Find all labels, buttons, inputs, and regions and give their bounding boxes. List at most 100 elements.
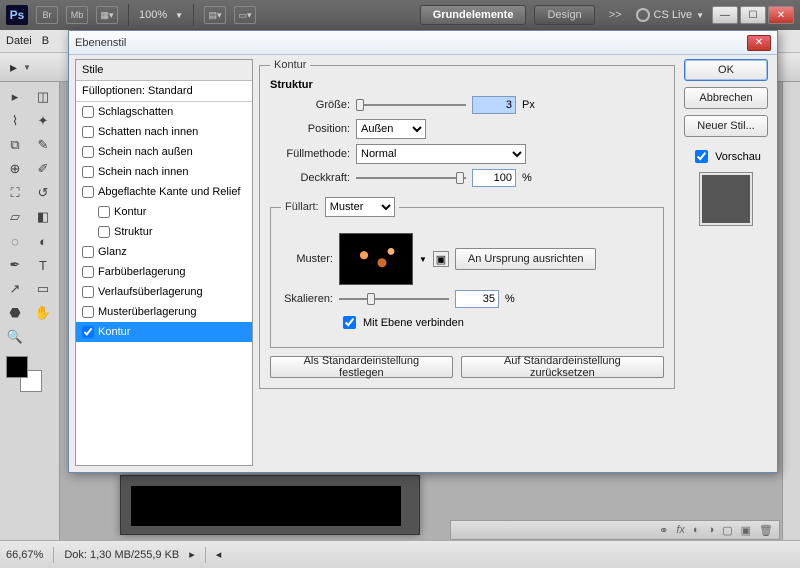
tool-history[interactable]: ↺ (30, 182, 56, 204)
tool-move[interactable]: ▸ (2, 86, 28, 108)
trash-icon[interactable]: 🗑 (759, 524, 773, 537)
style-item-label: Kontur (114, 206, 146, 218)
dialog-title: Ebenenstil (75, 37, 126, 49)
color-swatch[interactable] (6, 356, 42, 392)
tool-zoom[interactable]: 🔍 (2, 326, 28, 348)
size-slider[interactable] (356, 104, 466, 106)
style-item-label: Schatten nach innen (98, 126, 198, 138)
size-input[interactable] (472, 96, 516, 114)
window-close[interactable]: ✕ (768, 6, 794, 24)
tool-pen[interactable]: ✒ (2, 254, 28, 276)
screen-icon[interactable]: ▭▾ (234, 6, 256, 24)
tool-hand[interactable]: ✋ (30, 302, 56, 324)
adjust-icon[interactable]: ◑ (708, 524, 715, 536)
pattern-preview[interactable] (339, 233, 413, 285)
tool-type[interactable]: T (30, 254, 56, 276)
scale-input[interactable] (455, 290, 499, 308)
style-item-11[interactable]: Kontur (76, 322, 252, 342)
tool-wand[interactable]: ✦ (30, 110, 56, 132)
dialog-titlebar[interactable]: Ebenenstil ✕ (69, 31, 777, 55)
link-layer-checkbox[interactable]: Mit Ebene verbinden (339, 313, 464, 332)
size-label: Größe: (270, 99, 350, 111)
move-tool-icon: ▸ (10, 59, 17, 76)
tool-lasso[interactable]: ⌇ (2, 110, 28, 132)
preview-checkbox[interactable]: Vorschau (691, 147, 761, 166)
tool-crop[interactable]: ⧉ (2, 134, 28, 156)
cs-live[interactable]: CS Live▼ (636, 8, 704, 22)
tool-shape[interactable]: ▭ (30, 278, 56, 300)
menu-file[interactable]: Datei (6, 35, 32, 47)
cancel-button[interactable]: Abbrechen (684, 87, 768, 109)
opacity-slider[interactable] (356, 177, 466, 179)
style-item-label: Schlagschatten (98, 106, 173, 118)
workspace-more[interactable]: >> (603, 9, 628, 21)
position-select[interactable]: Außen (356, 119, 426, 139)
style-item-3[interactable]: Schein nach innen (76, 162, 252, 182)
style-item-label: Kontur (98, 326, 130, 338)
new-preset-icon[interactable]: ▣ (433, 251, 449, 267)
filltype-select[interactable]: Muster (325, 197, 395, 217)
opacity-input[interactable] (472, 169, 516, 187)
folder-icon[interactable]: ▢ (722, 524, 732, 537)
zoom-level[interactable]: 100% (139, 9, 167, 21)
new-layer-icon[interactable]: ▣ (741, 524, 751, 537)
document-canvas (120, 475, 420, 535)
tool-eraser[interactable]: ▱ (2, 206, 28, 228)
layer-style-dialog: Ebenenstil ✕ Stile Fülloptionen: Standar… (68, 30, 778, 473)
tool-heal[interactable]: ⊕ (2, 158, 28, 180)
tool-brush[interactable]: ✐ (30, 158, 56, 180)
struktur-heading: Struktur (270, 79, 664, 91)
tool-path[interactable]: ↗ (2, 278, 28, 300)
tool-blur[interactable]: ◌ (2, 230, 28, 252)
mask-icon[interactable]: ◐ (693, 524, 700, 536)
new-style-button[interactable]: Neuer Stil... (684, 115, 768, 137)
style-item-0[interactable]: Schlagschatten (76, 102, 252, 122)
tool-dodge[interactable]: ◐ (30, 230, 56, 252)
tool-marquee[interactable]: ◫ (30, 86, 56, 108)
style-item-2[interactable]: Schein nach außen (76, 142, 252, 162)
filltype-label: Füllart: (285, 201, 319, 213)
tool-eyedropper[interactable]: ✎ (30, 134, 56, 156)
dialog-close-button[interactable]: ✕ (747, 35, 771, 51)
status-bar: 66,67% Dok: 1,30 MB/255,9 KB ▸ ◂ (0, 540, 800, 568)
doc-info-menu[interactable]: ▸ (189, 548, 195, 561)
toolbar-br[interactable]: Br (36, 6, 58, 24)
workspace-tab-essentials[interactable]: Grundelemente (420, 5, 527, 25)
style-item-label: Farbüberlagerung (98, 266, 185, 278)
window-maximize[interactable]: ☐ (740, 6, 766, 24)
workspace-tab-design[interactable]: Design (534, 5, 594, 25)
link-icon[interactable]: ⚭ (659, 524, 668, 537)
arrange-icon[interactable]: ▤▾ (204, 6, 226, 24)
tool-3d[interactable]: ⬣ (2, 302, 28, 324)
position-label: Position: (270, 123, 350, 135)
blending-options-row[interactable]: Fülloptionen: Standard (76, 81, 252, 102)
layers-panel-footer: ⚭ fx ◐ ◑ ▢ ▣ 🗑 (450, 520, 780, 540)
style-item-1[interactable]: Schatten nach innen (76, 122, 252, 142)
menu-edit[interactable]: B (42, 35, 49, 47)
scroll-left-icon[interactable]: ◂ (216, 548, 222, 561)
scale-label: Skalieren: (281, 293, 333, 305)
tool-gradient[interactable]: ◧ (30, 206, 56, 228)
toolbar-mb[interactable]: Mb (66, 6, 88, 24)
pattern-dropdown-icon[interactable]: ▼ (419, 255, 427, 264)
make-default-button[interactable]: Als Standardeinstellung festlegen (270, 356, 453, 378)
tools-panel: ▸◫ ⌇✦ ⧉✎ ⊕✐ ⛶↺ ▱◧ ◌◐ ✒T ↗▭ ⬣✋ 🔍 (0, 82, 60, 540)
window-minimize[interactable]: — (712, 6, 738, 24)
fillmethod-select[interactable]: Normal (356, 144, 526, 164)
style-item-6[interactable]: Struktur (76, 222, 252, 242)
fx-icon[interactable]: fx (676, 524, 685, 536)
ok-button[interactable]: OK (684, 59, 768, 81)
style-item-4[interactable]: Abgeflachte Kante und Relief (76, 182, 252, 202)
scale-slider[interactable] (339, 298, 449, 300)
snap-origin-button[interactable]: An Ursprung ausrichten (455, 248, 597, 270)
style-item-8[interactable]: Farbüberlagerung (76, 262, 252, 282)
styles-header[interactable]: Stile (76, 60, 252, 81)
style-item-7[interactable]: Glanz (76, 242, 252, 262)
zoom-status[interactable]: 66,67% (6, 549, 43, 561)
style-item-5[interactable]: Kontur (76, 202, 252, 222)
screen-mode-icon[interactable]: ▦▾ (96, 6, 118, 24)
style-item-10[interactable]: Musterüberlagerung (76, 302, 252, 322)
style-item-9[interactable]: Verlaufsüberlagerung (76, 282, 252, 302)
tool-stamp[interactable]: ⛶ (2, 182, 28, 204)
reset-default-button[interactable]: Auf Standardeinstellung zurücksetzen (461, 356, 664, 378)
